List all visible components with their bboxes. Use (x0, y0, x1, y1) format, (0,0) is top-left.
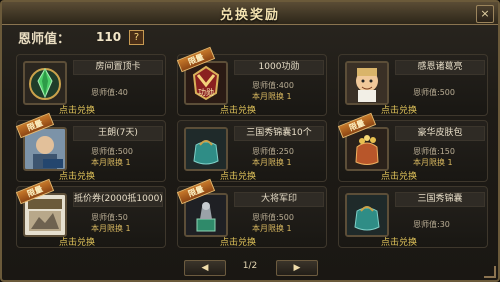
reward-card: 限量 抵价券(2000抵1000) 恩师值:50 本月限换 1 点击兑换 (15, 178, 166, 248)
redeem-link[interactable]: 点击兑换 (59, 103, 95, 116)
item-cost: 恩师值:500 (413, 88, 455, 97)
item-cost: 恩师值:400 (252, 81, 294, 90)
item-cost: 恩师值:30 (413, 220, 450, 229)
item-name: 抵价券(2000抵1000) (73, 192, 163, 207)
redeem-link[interactable]: 点击兑换 (220, 103, 256, 116)
silk-bag-icon (184, 127, 228, 171)
page-indicator: 1/2 (242, 261, 258, 271)
redeem-link[interactable]: 点击兑换 (220, 235, 256, 248)
silk-bag-icon (345, 193, 389, 237)
item-name: 感恩诸葛亮 (395, 60, 485, 75)
reward-card: 限量 豪华皮肤包 恩师值:150 本月限换 1 点击兑换 (337, 112, 488, 182)
reward-card: 三国秀锦囊 恩师值:30 点击兑换 (338, 186, 488, 248)
item-name: 大将军印 (234, 192, 324, 207)
monthly-limit: 本月限换 1 (91, 158, 131, 167)
pagination: ◀ 1/2 ▶ (2, 260, 498, 278)
monthly-limit: 本月限换 1 (91, 224, 131, 233)
item-cost: 恩师值:40 (91, 88, 128, 97)
item-cost: 恩师值:50 (91, 213, 128, 222)
reward-card: 限量 功勋 1000功勋 恩师值:400 本月限换 1 点击兑换 (176, 46, 327, 116)
item-name: 三国秀锦囊10个 (234, 126, 324, 141)
redeem-link[interactable]: 点击兑换 (220, 169, 256, 182)
item-name: 1000功勋 (234, 60, 324, 75)
reward-card: 三国秀锦囊10个 恩师值:250 本月限换 1 点击兑换 (177, 120, 327, 182)
item-name: 三国秀锦囊 (395, 192, 485, 207)
next-page-button[interactable]: ▶ (276, 260, 318, 276)
resize-handle[interactable] (484, 266, 496, 278)
zhuge-liang-avatar-icon (345, 61, 389, 105)
redeem-link[interactable]: 点击兑换 (59, 235, 95, 248)
item-name: 王朗(7天) (73, 126, 163, 141)
points-value: 110 (96, 30, 122, 44)
reward-card: 感恩诸葛亮 恩师值:500 点击兑换 (338, 54, 488, 116)
item-name: 豪华皮肤包 (395, 126, 485, 141)
redeem-link[interactable]: 点击兑换 (381, 103, 417, 116)
help-button[interactable]: ? (129, 29, 145, 45)
item-cost: 恩师值:500 (252, 213, 294, 222)
redeem-link[interactable]: 点击兑换 (381, 169, 417, 182)
monthly-limit: 本月限换 1 (252, 158, 292, 167)
window-title: 兑换奖励 (219, 8, 280, 23)
reward-card: 限量 王朗(7天) 恩师值:500 本月限换 1 点击兑换 (15, 112, 166, 182)
item-cost: 恩师值:500 (91, 147, 133, 156)
monthly-limit: 本月限换 1 (252, 92, 292, 101)
close-button[interactable]: × (476, 5, 494, 23)
monthly-limit: 本月限换 1 (252, 224, 292, 233)
item-cost: 恩师值:250 (252, 147, 294, 156)
points-label: 恩师值： (18, 31, 71, 47)
title-bar[interactable]: 兑换奖励 × (2, 2, 498, 25)
points-row: 恩师值： 110 ? (18, 28, 145, 47)
redeem-link[interactable]: 点击兑换 (59, 169, 95, 182)
svg-text:功勋: 功勋 (198, 87, 214, 97)
reward-card: 限量 大将军印 恩师值:500 本月限换 1 点击兑换 (176, 178, 327, 248)
exchange-reward-window: 兑换奖励 × 恩师值： 110 ? 房间置顶卡 恩师值:40 点击兑换 限量 功… (0, 0, 500, 282)
item-cost: 恩师值:150 (413, 147, 455, 156)
item-name: 房间置顶卡 (73, 60, 163, 75)
redeem-link[interactable]: 点击兑换 (381, 235, 417, 248)
monthly-limit: 本月限换 1 (413, 158, 453, 167)
green-crystal-icon (23, 61, 67, 105)
reward-card: 房间置顶卡 恩师值:40 点击兑换 (16, 54, 166, 116)
prev-page-button[interactable]: ◀ (184, 260, 226, 276)
